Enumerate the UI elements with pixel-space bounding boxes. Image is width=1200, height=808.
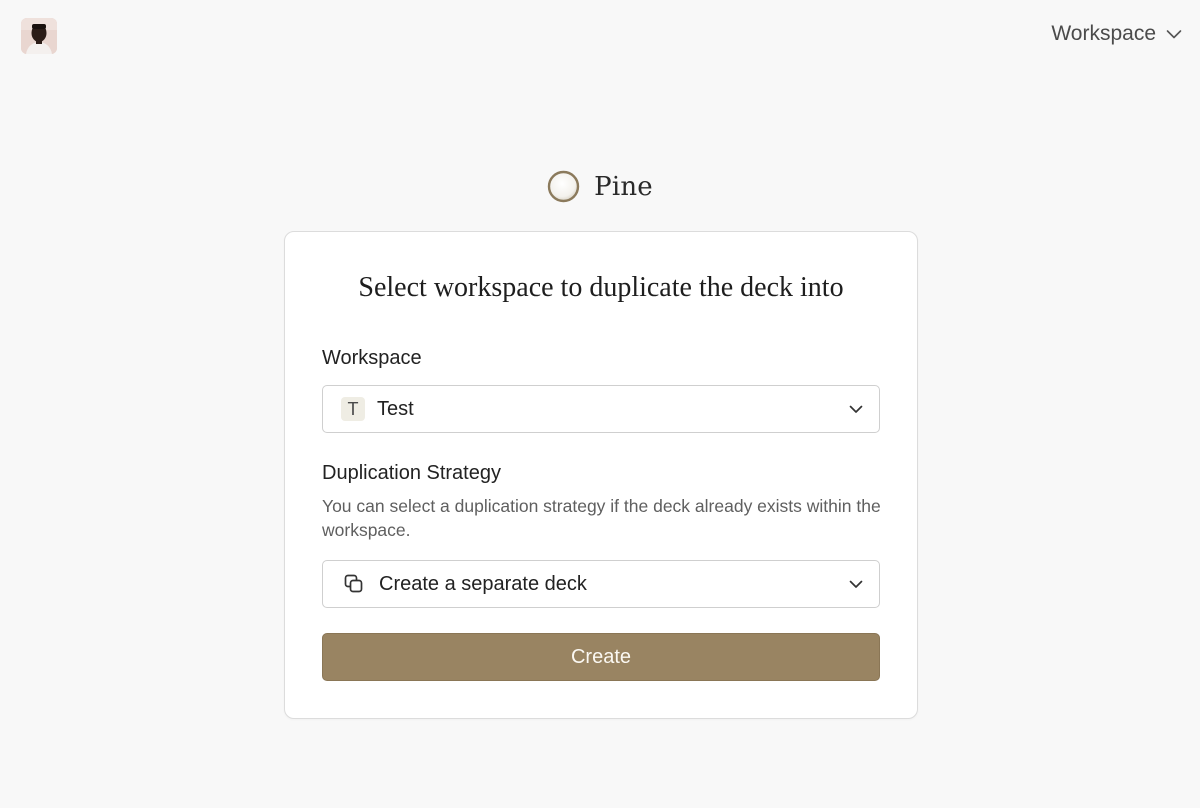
chevron-down-icon (1166, 30, 1182, 39)
workspace-switcher-label: Workspace (1051, 22, 1156, 45)
workspace-switcher[interactable]: Workspace (1051, 20, 1184, 48)
duplication-strategy-select[interactable]: Create a separate deck (322, 560, 880, 608)
brand-name: Pine (594, 171, 653, 202)
chevron-down-icon (849, 405, 863, 413)
workspace-initial-badge: T (341, 397, 365, 421)
dialog-title: Select workspace to duplicate the deck i… (358, 272, 844, 303)
strategy-field-label: Duplication Strategy (322, 462, 501, 484)
strategy-select-value: Create a separate deck (379, 572, 587, 595)
brand: Pine (0, 170, 1200, 203)
copy-icon (344, 574, 363, 593)
workspace-select-value: Test (377, 397, 414, 420)
top-bar: Workspace (0, 0, 1200, 72)
duplicate-deck-dialog: Select workspace to duplicate the deck i… (284, 231, 918, 719)
pine-logo-icon (547, 170, 580, 203)
chevron-down-icon (849, 580, 863, 588)
workspace-field-label: Workspace (322, 347, 422, 369)
avatar-image (21, 18, 57, 54)
strategy-help-text: You can select a duplication strategy if… (322, 496, 881, 540)
workspace-select[interactable]: T Test (322, 385, 880, 433)
create-button[interactable]: Create (322, 633, 880, 681)
user-avatar[interactable] (21, 18, 57, 54)
